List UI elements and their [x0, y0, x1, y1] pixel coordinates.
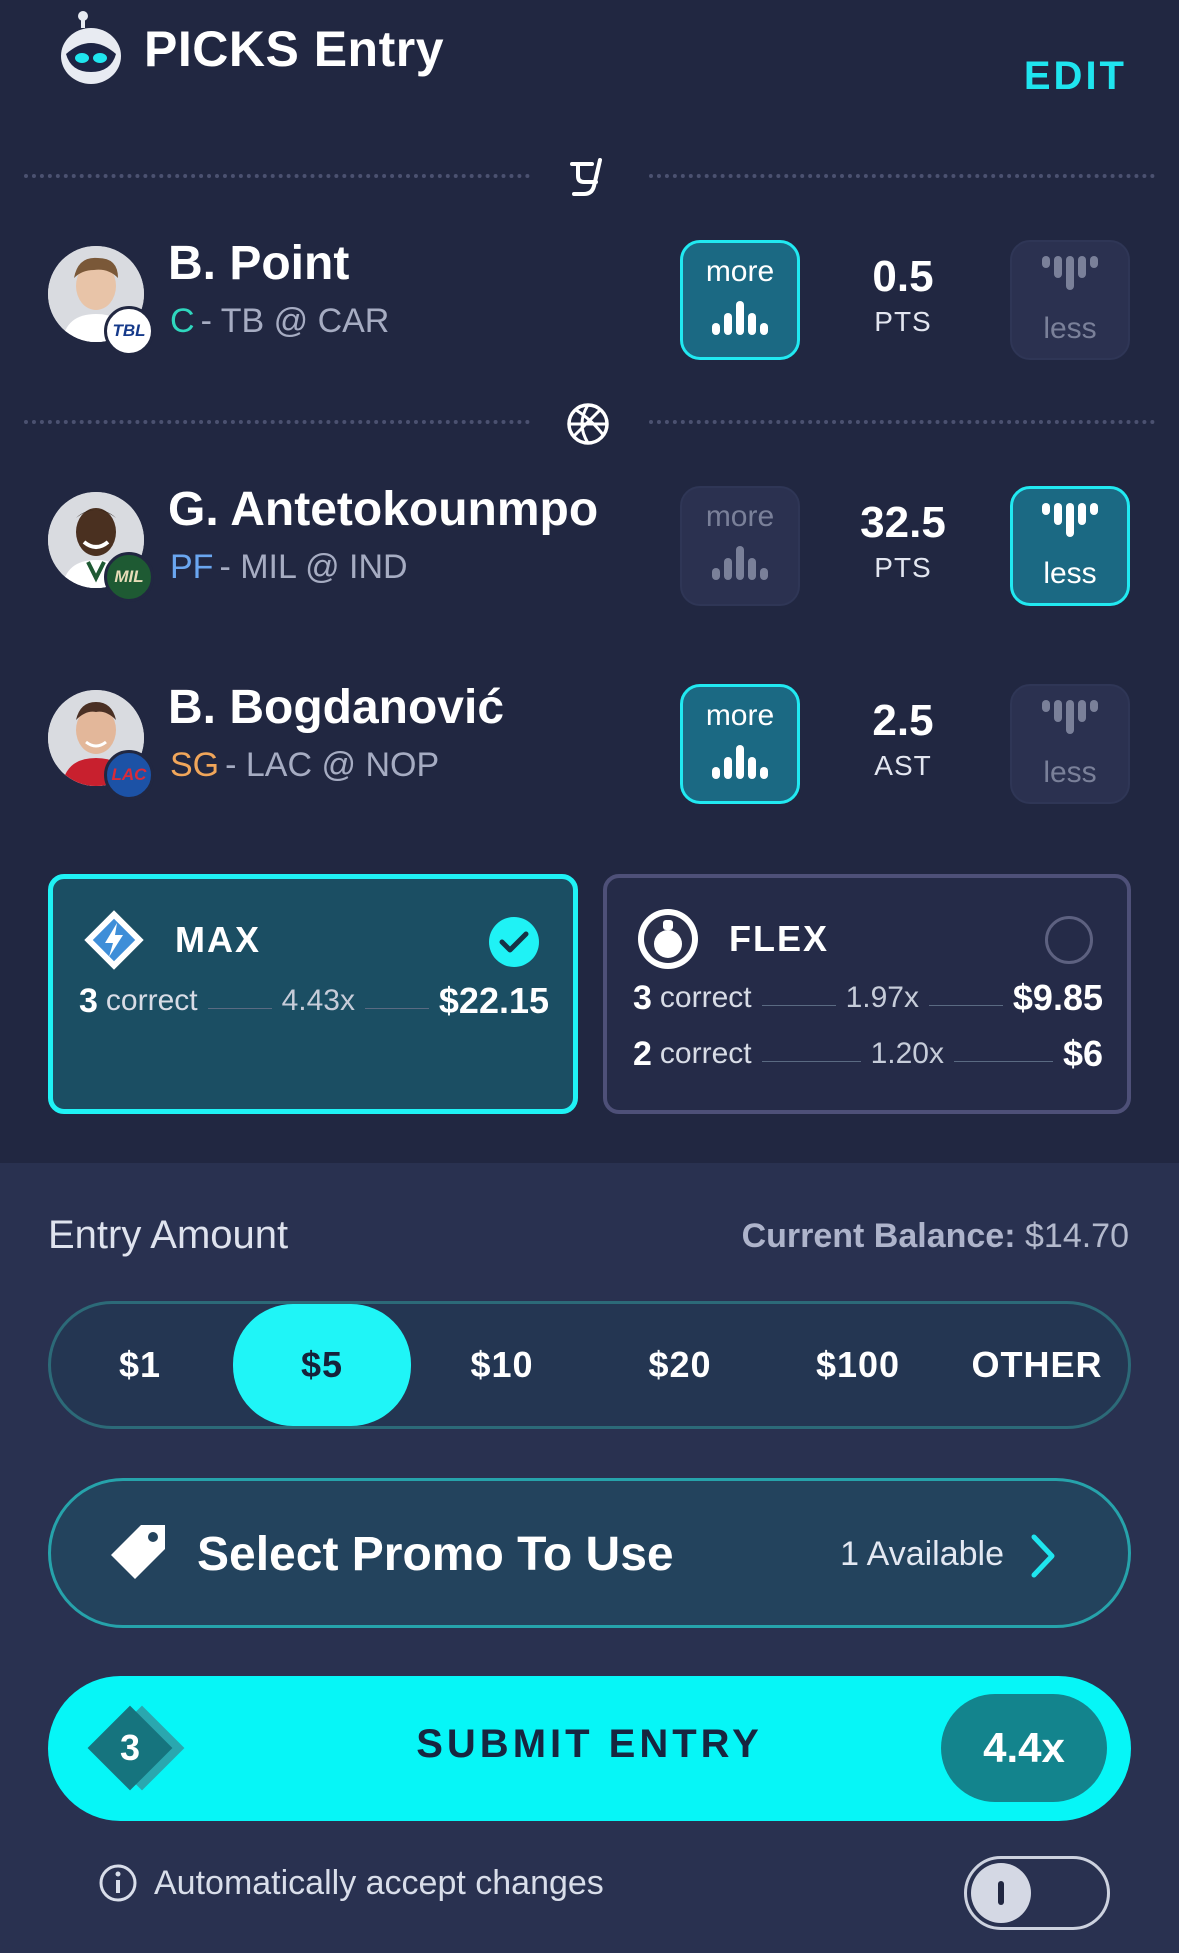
- promo-available: 1 Available: [840, 1535, 1004, 1573]
- more-button[interactable]: more: [680, 240, 800, 360]
- more-label: more: [705, 255, 775, 288]
- stat-label: PTS: [874, 306, 932, 337]
- payout-amount: $9.85: [1012, 977, 1103, 1018]
- more-button[interactable]: more: [680, 684, 800, 804]
- player-matchup: - TB @ CAR: [200, 302, 390, 340]
- player-matchup: - MIL @ IND: [219, 548, 408, 586]
- flex-play-card[interactable]: FLEX 3 correct 1.97x $9.85 2 correct 1.2…: [603, 874, 1131, 1114]
- less-button[interactable]: less: [1010, 240, 1130, 360]
- player-position: SG: [170, 746, 220, 784]
- header: PICKS Entry EDIT: [0, 0, 1179, 130]
- payout-count: 3: [633, 978, 652, 1017]
- max-title: MAX: [175, 919, 261, 960]
- player-meta: PF - MIL @ IND: [170, 548, 408, 587]
- player-name: G. Antetokounmpo: [168, 483, 599, 536]
- amount-option[interactable]: $100: [769, 1304, 947, 1426]
- pick-row: LAC B. Bogdanović SG - LAC @ NOP more 2.5…: [48, 681, 1131, 814]
- hockey-section-divider: [24, 156, 1155, 196]
- chevron-right-icon: [1031, 1534, 1055, 1578]
- max-play-card[interactable]: MAX 3 correct 4.43x $22.15: [48, 874, 578, 1114]
- basketball-section-divider: [24, 402, 1155, 445]
- stat-label: AST: [874, 750, 932, 781]
- pick-row: TBL B. Point C- TB @ CAR more 0.5 PTS le…: [48, 237, 1131, 370]
- team-badge: LAC: [104, 750, 154, 800]
- more-label: more: [705, 500, 775, 533]
- payout-count: 2: [633, 1034, 652, 1073]
- stat-label: PTS: [874, 552, 932, 583]
- flex-kettlebell-icon: [638, 909, 698, 969]
- line-value: 32.5: [860, 498, 946, 547]
- promo-title: Select Promo To Use: [197, 1528, 674, 1581]
- player-meta: SG - LAC @ NOP: [170, 746, 439, 785]
- less-button[interactable]: less: [1010, 486, 1130, 606]
- toggle-knob: [971, 1863, 1031, 1923]
- submit-entry-button[interactable]: 3 SUBMIT ENTRY 4.4x: [48, 1676, 1131, 1821]
- line-value: 0.5: [872, 252, 934, 301]
- current-balance: Current Balance: $14.70: [742, 1217, 1129, 1256]
- player-position: C: [170, 302, 195, 340]
- payout-word: correct: [659, 1037, 752, 1070]
- flex-title: FLEX: [729, 918, 830, 959]
- payout-row: 3 correct 4.43x $22.15: [79, 979, 549, 1023]
- balance-label: Current Balance:: [741, 1217, 1016, 1255]
- payout-multiplier: 1.97x: [845, 981, 919, 1014]
- amount-option[interactable]: OTHER: [947, 1304, 1127, 1426]
- payout-amount: $22.15: [438, 980, 550, 1021]
- page-title: PICKS Entry: [144, 21, 445, 77]
- payout-multiplier: 1.20x: [870, 1037, 944, 1070]
- player-name: B. Point: [168, 237, 350, 290]
- max-selected-check-icon: [489, 917, 539, 967]
- basketball-icon: [567, 403, 609, 445]
- payout-word: correct: [105, 984, 198, 1017]
- more-button[interactable]: more: [680, 486, 800, 606]
- bars-down-icon: [1042, 700, 1098, 734]
- less-label: less: [1043, 756, 1097, 789]
- payout-count: 3: [79, 981, 98, 1020]
- pick-row: MIL G. Antetokounmpo PF - MIL @ IND more …: [48, 483, 1131, 616]
- robot-logo-icon: [61, 11, 121, 84]
- bars-up-icon: [712, 745, 768, 779]
- team-badge: TBL: [104, 306, 154, 356]
- less-button[interactable]: less: [1010, 684, 1130, 804]
- edit-button[interactable]: EDIT: [1024, 54, 1127, 99]
- amount-option[interactable]: $10: [413, 1304, 591, 1426]
- player-name: B. Bogdanović: [168, 681, 505, 734]
- payout-amount: $6: [1062, 1033, 1104, 1074]
- flex-radio-icon: [1045, 916, 1093, 964]
- less-label: less: [1043, 312, 1097, 345]
- submit-multiplier: 4.4x: [941, 1694, 1107, 1802]
- amount-option-selected[interactable]: $5: [233, 1304, 411, 1426]
- balance-value: $14.70: [1025, 1217, 1129, 1255]
- payout-row: 2 correct 1.20x $6: [633, 1032, 1103, 1076]
- payout-row: 3 correct 1.97x $9.85: [633, 976, 1103, 1020]
- price-tag-icon: [111, 1525, 165, 1579]
- info-icon[interactable]: [98, 1863, 138, 1903]
- payout-word: correct: [659, 981, 752, 1014]
- amount-option[interactable]: $20: [591, 1304, 769, 1426]
- select-promo-button[interactable]: Select Promo To Use 1 Available: [48, 1478, 1131, 1628]
- payout-multiplier: 4.43x: [281, 984, 355, 1017]
- more-label: more: [705, 699, 775, 732]
- hockey-stick-icon: [570, 158, 602, 196]
- entry-amount-label: Entry Amount: [48, 1213, 289, 1257]
- amount-option[interactable]: $1: [51, 1304, 229, 1426]
- auto-accept-label: Automatically accept changes: [154, 1863, 604, 1902]
- auto-accept-row: Automatically accept changes: [98, 1858, 604, 1908]
- player-position: PF: [170, 548, 214, 586]
- entry-panel: Entry Amount Current Balance: $14.70 $1 …: [0, 1163, 1179, 1953]
- line-value: 2.5: [872, 696, 934, 745]
- player-meta: C- TB @ CAR: [170, 302, 389, 341]
- bars-up-icon: [712, 301, 768, 335]
- entry-amount-selector: $1 $5 $10 $20 $100 OTHER: [48, 1301, 1131, 1429]
- bars-down-icon: [1042, 256, 1098, 290]
- team-badge: MIL: [104, 552, 154, 602]
- bars-down-icon: [1042, 503, 1098, 537]
- lightning-diamond-icon: [84, 910, 144, 970]
- less-label: less: [1043, 557, 1097, 590]
- bars-up-icon: [712, 546, 768, 580]
- player-matchup: - LAC @ NOP: [225, 746, 440, 784]
- auto-accept-toggle[interactable]: [964, 1856, 1110, 1930]
